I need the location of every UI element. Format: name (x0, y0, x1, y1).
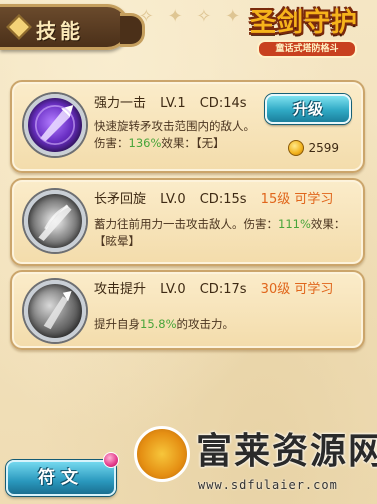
upgrade-cost: 2599 (288, 140, 339, 156)
skill-requirement: 15级 可学习 (260, 192, 334, 207)
skill-name: 攻击提升 (94, 282, 147, 297)
effect-label: 效果： (310, 217, 346, 231)
skill-title-row: 强力一击 LV.1 CD:14s (94, 92, 257, 111)
upgrade-button[interactable]: 升级 (265, 94, 351, 124)
logo-subtitle: 童话式塔防格斗 (257, 40, 357, 58)
boost-value: 15.8% (140, 317, 177, 331)
page-title-tab: 技能 (0, 4, 145, 50)
effect-value: 【眩晕】 (94, 234, 140, 248)
skill-name: 强力一击 (94, 96, 147, 111)
watermark-url: www.sdfulaier.com (198, 478, 338, 492)
notification-dot-icon (103, 452, 119, 468)
damage-label: 伤害： (94, 136, 129, 150)
skill-title-row: 长矛回旋 LV.0 CD:15s 15级 可学习 (94, 188, 343, 207)
skill-title-row: 攻击提升 LV.0 CD:17s 30级 可学习 (94, 278, 343, 297)
cost-value: 2599 (308, 141, 339, 155)
skill-cooldown: CD:14s (199, 96, 247, 111)
effect-value: 【无】 (195, 136, 225, 150)
damage-value: 136% (128, 136, 162, 150)
skill-panel-2[interactable]: 长矛回旋 LV.0 CD:15s 15级 可学习 蓄力往前用力一击攻击敌人。伤害… (10, 178, 365, 266)
skill-description: 提升自身15.8%的攻击力。 (94, 316, 354, 333)
watermark-title: 富莱资源网 (196, 431, 377, 472)
skill-level: LV.0 (160, 192, 186, 207)
skill-panel-1[interactable]: 强力一击 LV.1 CD:14s 快速旋转矛攻击范围内的敌人。 伤害：136%效… (10, 80, 365, 173)
skill-description: 蓄力往前用力一击攻击敌人。伤害：111%效果： 【眩晕】 (94, 216, 354, 250)
spear-thrust-icon (24, 190, 86, 252)
diamond-icon (6, 14, 32, 40)
skill-name: 长矛回旋 (94, 192, 147, 207)
watermark: 富莱资源网 www.sdfulaier.com (134, 418, 377, 500)
logo-title: 圣剑守护 (249, 8, 358, 38)
skill-cooldown: CD:15s (199, 192, 247, 207)
skill-desc-line: 蓄力往前用力一击攻击敌人。伤害： (94, 217, 278, 231)
skill-panel-3[interactable]: 攻击提升 LV.0 CD:17s 30级 可学习 提升自身15.8%的攻击力。 (10, 270, 365, 350)
desc-suffix: 的攻击力。 (176, 317, 235, 331)
attack-boost-icon (24, 280, 86, 342)
skill-level: LV.0 (160, 282, 186, 297)
damage-value: 111% (278, 217, 311, 231)
page-title: 技能 (36, 19, 84, 43)
watermark-logo-icon (134, 426, 190, 482)
skill-level: LV.1 (160, 96, 186, 111)
rune-button[interactable]: 符文 (6, 460, 116, 496)
gold-coin-icon (288, 140, 305, 156)
skill-cooldown: CD:17s (199, 282, 247, 297)
skill-requirement: 30级 可学习 (260, 282, 334, 297)
game-logo: 圣剑守护 童话式塔防格斗 (235, 2, 373, 68)
effect-label: 效果： (161, 136, 196, 150)
desc-prefix: 提升自身 (94, 317, 140, 331)
spear-spin-icon (24, 94, 86, 156)
